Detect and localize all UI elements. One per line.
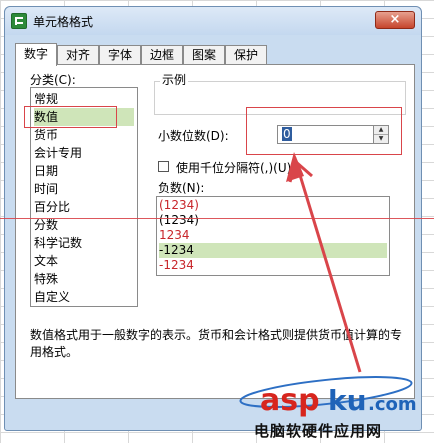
svg-text:ku: ku bbox=[328, 384, 367, 417]
svg-text:asp: asp bbox=[260, 383, 320, 418]
sample-label: 示例 bbox=[160, 71, 189, 88]
tab-number[interactable]: 数字 bbox=[15, 43, 57, 66]
watermark-subtitle: 电脑软硬件应用网 bbox=[254, 422, 383, 440]
aspku-logo-icon: asp ku .com bbox=[239, 376, 417, 418]
svg-text:.com: .com bbox=[368, 394, 417, 415]
watermark: asp ku .com 电脑软硬件应用网 bbox=[236, 374, 432, 440]
